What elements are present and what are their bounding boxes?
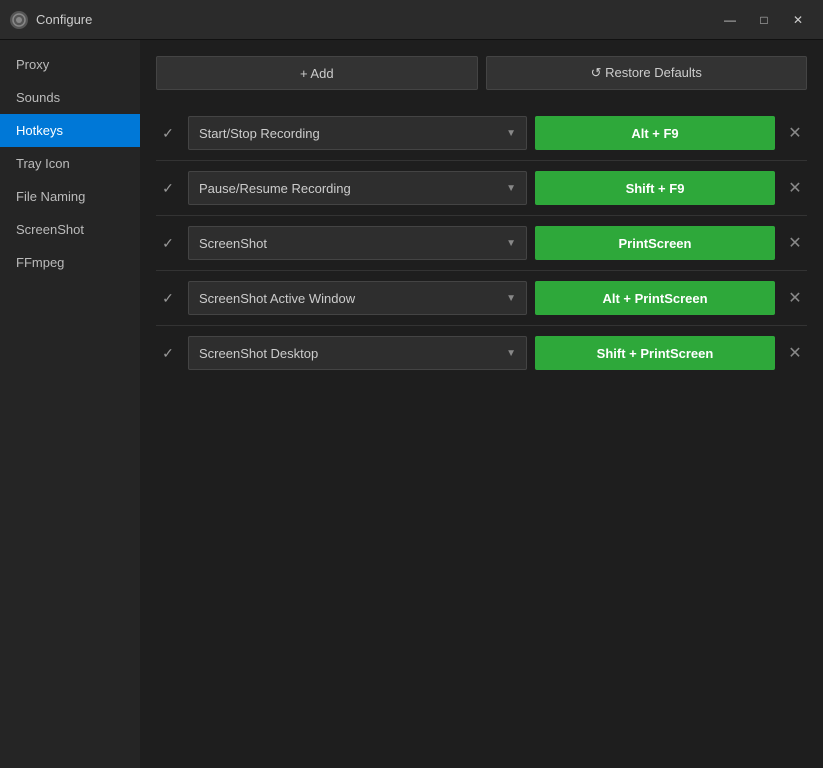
- action-label: ScreenShot: [199, 236, 267, 251]
- check-screenshot-active[interactable]: ✓: [156, 290, 180, 307]
- chevron-down-icon: ▼: [506, 128, 516, 139]
- delete-button-screenshot-active[interactable]: ✕: [783, 286, 807, 310]
- title-bar: Configure — □ ✕: [0, 0, 823, 40]
- restore-defaults-button[interactable]: ↺ Restore Defaults: [486, 56, 808, 90]
- sidebar-item-tray-icon[interactable]: Tray Icon: [0, 147, 140, 180]
- action-dropdown-start-stop[interactable]: Start/Stop Recording ▼: [188, 116, 527, 150]
- close-button[interactable]: ✕: [783, 8, 813, 32]
- sidebar-item-file-naming[interactable]: File Naming: [0, 180, 140, 213]
- action-label: ScreenShot Desktop: [199, 346, 318, 361]
- window-controls: — □ ✕: [715, 8, 813, 32]
- check-start-stop[interactable]: ✓: [156, 125, 180, 142]
- delete-button-pause-resume[interactable]: ✕: [783, 176, 807, 200]
- check-screenshot[interactable]: ✓: [156, 235, 180, 252]
- sidebar-item-proxy[interactable]: Proxy: [0, 48, 140, 81]
- chevron-down-icon: ▼: [506, 183, 516, 194]
- sidebar-item-sounds[interactable]: Sounds: [0, 81, 140, 114]
- chevron-down-icon: ▼: [506, 348, 516, 359]
- key-badge-pause-resume: Shift + F9: [535, 171, 775, 205]
- hotkey-row: ✓ ScreenShot Desktop ▼ Shift + PrintScre…: [156, 326, 807, 380]
- action-dropdown-screenshot-active[interactable]: ScreenShot Active Window ▼: [188, 281, 527, 315]
- delete-button-screenshot[interactable]: ✕: [783, 231, 807, 255]
- action-dropdown-screenshot[interactable]: ScreenShot ▼: [188, 226, 527, 260]
- maximize-button[interactable]: □: [749, 8, 779, 32]
- sidebar-item-screenshot[interactable]: ScreenShot: [0, 213, 140, 246]
- hotkey-row: ✓ Pause/Resume Recording ▼ Shift + F9 ✕: [156, 161, 807, 216]
- window-title: Configure: [36, 12, 92, 27]
- action-dropdown-pause-resume[interactable]: Pause/Resume Recording ▼: [188, 171, 527, 205]
- sidebar-item-hotkeys[interactable]: Hotkeys: [0, 114, 140, 147]
- chevron-down-icon: ▼: [506, 238, 516, 249]
- hotkey-row: ✓ ScreenShot ▼ PrintScreen ✕: [156, 216, 807, 271]
- hotkey-list: ✓ Start/Stop Recording ▼ Alt + F9 ✕ ✓ Pa…: [156, 106, 807, 380]
- content-area: + Add ↺ Restore Defaults ✓ Start/Stop Re…: [140, 40, 823, 768]
- sidebar: Proxy Sounds Hotkeys Tray Icon File Nami…: [0, 40, 140, 768]
- action-label: Start/Stop Recording: [199, 126, 320, 141]
- key-badge-screenshot-desktop: Shift + PrintScreen: [535, 336, 775, 370]
- hotkey-row: ✓ ScreenShot Active Window ▼ Alt + Print…: [156, 271, 807, 326]
- sidebar-item-ffmpeg[interactable]: FFmpeg: [0, 246, 140, 279]
- delete-button-screenshot-desktop[interactable]: ✕: [783, 341, 807, 365]
- add-button[interactable]: + Add: [156, 56, 478, 90]
- toolbar: + Add ↺ Restore Defaults: [156, 56, 807, 90]
- chevron-down-icon: ▼: [506, 293, 516, 304]
- key-badge-screenshot-active: Alt + PrintScreen: [535, 281, 775, 315]
- check-pause-resume[interactable]: ✓: [156, 180, 180, 197]
- action-label: Pause/Resume Recording: [199, 181, 351, 196]
- main-layout: Proxy Sounds Hotkeys Tray Icon File Nami…: [0, 40, 823, 768]
- hotkey-row: ✓ Start/Stop Recording ▼ Alt + F9 ✕: [156, 106, 807, 161]
- action-dropdown-screenshot-desktop[interactable]: ScreenShot Desktop ▼: [188, 336, 527, 370]
- key-badge-screenshot: PrintScreen: [535, 226, 775, 260]
- app-icon: [10, 11, 28, 29]
- key-badge-start-stop: Alt + F9: [535, 116, 775, 150]
- action-label: ScreenShot Active Window: [199, 291, 355, 306]
- title-bar-left: Configure: [10, 11, 92, 29]
- check-screenshot-desktop[interactable]: ✓: [156, 345, 180, 362]
- delete-button-start-stop[interactable]: ✕: [783, 121, 807, 145]
- minimize-button[interactable]: —: [715, 8, 745, 32]
